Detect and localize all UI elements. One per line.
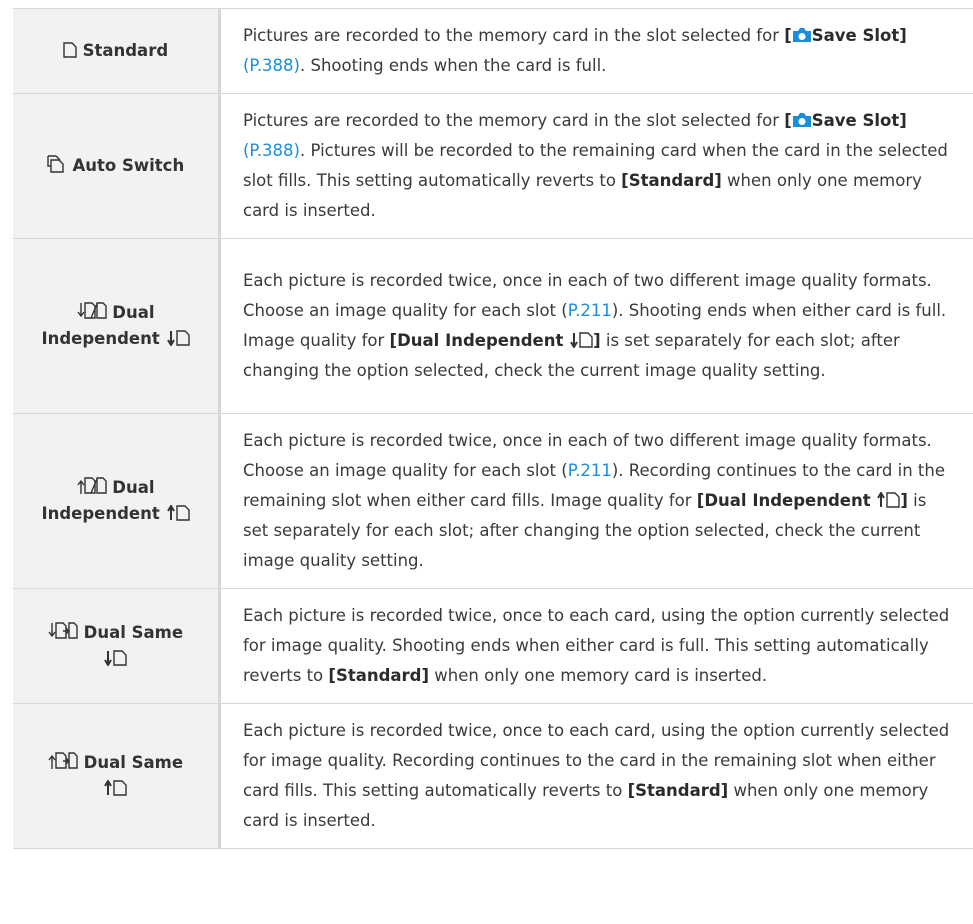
arrow-up-icon: [103, 780, 113, 796]
save-slot-link[interactable]: [Save Slot]: [784, 26, 907, 45]
option-description: Each picture is recorded twice, once to …: [243, 606, 950, 685]
arrow-down-icon: [569, 332, 579, 348]
option-description: Pictures are recorded to the memory card…: [221, 9, 973, 93]
camera-icon: [792, 26, 812, 45]
page-link[interactable]: P.211: [568, 301, 612, 320]
table-row: Dual Same Each picture is recorded twice…: [13, 704, 973, 849]
option-description: Each picture is recorded twice, once in …: [243, 271, 947, 380]
card-icon: [63, 42, 77, 58]
card-icon: [175, 505, 190, 521]
option-label-dual-same-up: Dual Same: [13, 704, 221, 848]
arrow-down-icon: [103, 650, 113, 666]
option-label-standard: Standard: [13, 9, 221, 93]
option-name: Dual Same: [83, 623, 184, 642]
table-row: Dual Independent Each picture is recorde…: [13, 414, 973, 589]
dual-same-up-icon: [48, 752, 78, 770]
option-label-dual-independent-down: Dual Independent: [13, 239, 221, 413]
camera-icon: [792, 111, 812, 130]
option-name: Dual: [112, 478, 155, 497]
option-label-dual-independent-up: Dual Independent: [13, 414, 221, 588]
option-description: Each picture is recorded twice, once to …: [243, 721, 950, 830]
auto-switch-icon: [47, 155, 67, 173]
page-link[interactable]: (P.388): [243, 141, 300, 160]
option-name: Dual: [112, 303, 155, 322]
dual-independent-up-icon: [76, 477, 107, 495]
option-label-dual-same-down: Dual Same: [13, 589, 221, 703]
dual-independent-ref: [Dual Independent ]: [389, 331, 601, 350]
dual-independent-down-icon: [76, 302, 107, 320]
arrow-up-icon: [876, 492, 886, 508]
table-row: Auto Switch Pictures are recorded to the…: [13, 94, 973, 239]
option-description: Pictures are recorded to the memory card…: [243, 111, 948, 220]
settings-table: Standard Pictures are recorded to the me…: [13, 8, 973, 849]
card-icon: [113, 780, 128, 796]
option-name: Dual Same: [83, 753, 184, 772]
desc-text: Pictures are recorded to the memory card…: [243, 26, 785, 45]
card-icon: [886, 492, 901, 508]
page-link[interactable]: (P.388): [243, 56, 300, 75]
option-name: Auto Switch: [72, 156, 185, 175]
arrow-down-icon: [166, 330, 176, 346]
standard-ref: [Standard]: [328, 666, 430, 685]
table-row: Dual Same Each picture is recorded twice…: [13, 589, 973, 704]
card-icon: [175, 330, 190, 346]
dual-independent-ref: [Dual Independent ]: [696, 491, 908, 510]
dual-same-down-icon: [48, 622, 78, 640]
page-link[interactable]: P.211: [568, 461, 612, 480]
option-name: Standard: [82, 41, 169, 60]
card-icon: [113, 650, 128, 666]
option-name: Independent: [41, 329, 160, 348]
option-label-auto-switch: Auto Switch: [13, 94, 221, 238]
desc-text: . Shooting ends when the card is full.: [300, 56, 607, 75]
standard-ref: [Standard]: [621, 171, 722, 190]
card-icon: [579, 332, 593, 348]
table-row: Dual Independent Each picture is recorde…: [13, 239, 973, 414]
save-slot-link[interactable]: [Save Slot]: [784, 111, 907, 130]
standard-ref: [Standard]: [627, 781, 729, 800]
table-row: Standard Pictures are recorded to the me…: [13, 9, 973, 94]
option-description: Each picture is recorded twice, once in …: [243, 431, 946, 570]
option-name: Independent: [41, 504, 160, 523]
arrow-up-icon: [166, 505, 176, 521]
